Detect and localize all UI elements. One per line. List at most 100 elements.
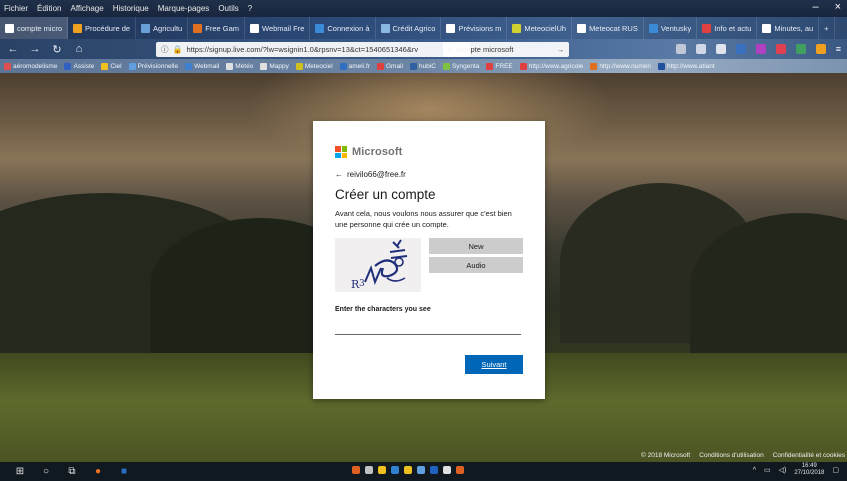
menu-item[interactable]: Marque-pages <box>158 4 210 13</box>
new-captcha-button[interactable]: New <box>429 238 523 254</box>
browser-tab[interactable]: Free Gam <box>188 17 245 39</box>
extension-c-icon[interactable] <box>775 44 786 54</box>
bookmark-item[interactable]: Gmail <box>376 62 403 70</box>
browser-tab[interactable]: Agricultu <box>136 17 189 39</box>
toolbar-icons: ≡ <box>675 44 841 54</box>
identity-banner[interactable]: ← reivilo66@free.fr <box>335 170 523 179</box>
back-arrow-icon[interactable]: ← <box>335 170 343 179</box>
tab-label: Info et actu <box>714 23 752 33</box>
back-arrow-icon[interactable]: ← <box>6 43 20 55</box>
bookmark-item[interactable]: Syngenta <box>442 62 480 70</box>
app-icon[interactable] <box>352 466 360 474</box>
next-button[interactable]: Suivant <box>465 355 523 374</box>
minimize-button[interactable]: – <box>812 1 818 13</box>
home-icon[interactable]: ⌂ <box>72 43 86 55</box>
menu-item[interactable]: Édition <box>37 4 61 13</box>
browser-tab[interactable]: Info et actu <box>697 17 758 39</box>
menu-item[interactable]: ? <box>248 4 252 13</box>
browser-tab[interactable]: Webmail Fre <box>245 17 311 39</box>
network-icon[interactable]: ▭ <box>764 466 771 474</box>
star-icon[interactable] <box>378 466 386 474</box>
new-tab-button[interactable]: + <box>819 17 835 39</box>
menu-item[interactable]: Affichage <box>70 4 103 13</box>
close-button[interactable]: × <box>835 1 841 13</box>
tab-favicon-icon <box>648 23 658 33</box>
taskbar: ⊞ ○ ⧉ ● ■ ^ ▭ ◁) 16:49 27/10/2018 ▢ <box>0 462 847 481</box>
bookmark-label: Syngenta <box>451 62 480 70</box>
bookmark-item[interactable]: ameli.fr <box>339 62 370 70</box>
browser-tab[interactable]: Crédit Agrico <box>376 17 442 39</box>
privacy-link[interactable]: Confidentialité et cookies <box>773 452 845 459</box>
tab-favicon-icon <box>5 23 14 33</box>
terms-link[interactable]: Conditions d'utilisation <box>699 452 763 459</box>
bookmark-item[interactable]: http://www.agricole <box>519 62 584 70</box>
bookmark-item[interactable]: http://www.numeri <box>590 62 651 70</box>
bookmark-item[interactable]: Météo <box>226 62 253 70</box>
bookmark-label: Gmail <box>385 62 403 70</box>
bookmark-item[interactable]: hubiC <box>409 62 436 70</box>
bookmark-item[interactable]: Webmail <box>185 62 219 70</box>
hamburger-menu-icon[interactable]: ≡ <box>836 44 841 54</box>
extension-b-icon[interactable] <box>755 44 766 54</box>
browser-tab[interactable]: Meteocat RUS <box>572 17 644 39</box>
bookmark-favicon-icon <box>590 62 598 70</box>
page-title: Créer un compte <box>335 187 436 202</box>
browser-tab[interactable]: MeteocielUh <box>507 17 573 39</box>
app-icon[interactable] <box>365 466 373 474</box>
task-view-icon[interactable]: ⧉ <box>62 466 82 477</box>
url-bar[interactable]: ⓘ 🔒 https://signup.live.com/?lw=wsignin1… <box>156 41 470 57</box>
firefox-icon[interactable]: ● <box>88 466 108 477</box>
captcha-buttons: New Audio <box>429 238 523 276</box>
notifications-icon[interactable]: ▢ <box>832 466 839 474</box>
captcha-input[interactable] <box>335 325 521 335</box>
svg-text:3: 3 <box>359 279 365 289</box>
app-icon[interactable] <box>417 466 425 474</box>
extension-a-icon[interactable] <box>735 44 746 54</box>
clock[interactable]: 16:49 27/10/2018 <box>794 463 824 477</box>
bookmark-item[interactable]: Mappy <box>260 62 289 70</box>
browser-tab[interactable]: Ventusky <box>644 17 698 39</box>
audio-captcha-button[interactable]: Audio <box>429 257 523 273</box>
extension-s-icon[interactable] <box>715 44 726 54</box>
browser-tab[interactable]: Connexion à <box>310 17 376 39</box>
menu-item[interactable]: Outils <box>218 4 238 13</box>
bookmark-label: http://www.agricole <box>528 62 584 70</box>
info-icon[interactable]: ⓘ <box>161 44 169 55</box>
extension-e-icon[interactable] <box>815 44 826 54</box>
bookmark-item[interactable]: Meteociel <box>295 62 333 70</box>
menu-item[interactable]: Historique <box>113 4 149 13</box>
outlook-icon[interactable]: ■ <box>114 466 134 477</box>
bookmark-item[interactable]: FREE <box>486 62 513 70</box>
bookmark-item[interactable]: Assiste <box>64 62 94 70</box>
microsoft-logo: Microsoft <box>335 145 523 159</box>
app-icon[interactable] <box>430 466 438 474</box>
search-go-arrow-icon[interactable]: → <box>557 45 565 54</box>
bookmark-favicon-icon <box>295 62 303 70</box>
bookmark-favicon-icon <box>519 62 527 70</box>
bookmark-item[interactable]: http://www.atlant <box>657 62 715 70</box>
cortana-icon[interactable]: ○ <box>36 466 56 477</box>
app-icon[interactable] <box>404 466 412 474</box>
bookmark-label: aéromodelisme <box>13 62 58 70</box>
sidebar-icon[interactable] <box>695 44 706 54</box>
browser-tab[interactable]: Procédure de <box>68 17 137 39</box>
chevron-up-icon[interactable]: ^ <box>753 467 756 474</box>
library-icon[interactable] <box>675 44 686 54</box>
windows-start-icon[interactable]: ⊞ <box>10 466 30 477</box>
browser-tab[interactable]: compte micro <box>0 17 69 39</box>
browser-tab[interactable]: Prévisions m <box>441 17 508 39</box>
navigation-bar: ← → ↻ ⌂ ⓘ 🔒 https://signup.live.com/?lw=… <box>0 39 847 59</box>
browser-tab[interactable]: Minutes, au <box>757 17 820 39</box>
menu-item[interactable]: Fichier <box>4 4 28 13</box>
reload-icon[interactable]: ↻ <box>50 43 64 56</box>
tab-label: compte micro <box>17 23 63 33</box>
bookmark-item[interactable]: aéromodelisme <box>4 62 58 70</box>
bookmark-item[interactable]: Prévisionnelle <box>128 62 178 70</box>
forward-arrow-icon[interactable]: → <box>28 43 42 55</box>
app-icon[interactable] <box>391 466 399 474</box>
app-icon[interactable] <box>456 466 464 474</box>
volume-icon[interactable]: ◁) <box>779 466 787 474</box>
bookmark-item[interactable]: Ciel <box>101 62 122 70</box>
app-icon[interactable] <box>443 466 451 474</box>
extension-d-icon[interactable] <box>795 44 806 54</box>
